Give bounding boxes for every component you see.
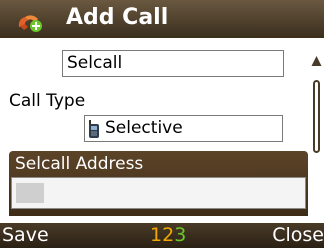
save-softkey[interactable]: Save — [2, 223, 49, 248]
scrollbar-thumb[interactable] — [313, 80, 320, 153]
call-type-select[interactable]: Selective — [84, 115, 283, 142]
input-mode-digit-2: 2 — [162, 224, 175, 246]
call-type-label: Call Type — [9, 91, 86, 111]
selcall-address-input[interactable] — [11, 177, 306, 209]
input-mode-digit-1: 1 — [150, 224, 163, 246]
close-softkey[interactable]: Close — [272, 223, 324, 248]
selcall-address-label: Selcall Address — [15, 154, 144, 174]
radio-handset-icon — [89, 120, 99, 138]
input-mode-digit-3: 3 — [174, 224, 187, 246]
selcall-field-value: Selcall — [67, 53, 123, 73]
page-title: Add Call — [66, 5, 169, 30]
title-bar: Add Call — [0, 0, 324, 38]
form-content: Selcall Call Type Selective Selcall Addr… — [0, 38, 324, 236]
selcall-address-group: Selcall Address — [9, 151, 308, 216]
text-cursor — [16, 183, 44, 203]
selcall-field[interactable]: Selcall — [62, 50, 284, 77]
add-call-icon — [18, 15, 42, 32]
softkey-bar: Save 123 Close — [0, 223, 324, 248]
call-type-value: Selective — [105, 118, 183, 138]
input-mode-indicator[interactable]: 123 — [150, 223, 186, 248]
scroll-up-arrow-icon[interactable] — [311, 55, 322, 67]
